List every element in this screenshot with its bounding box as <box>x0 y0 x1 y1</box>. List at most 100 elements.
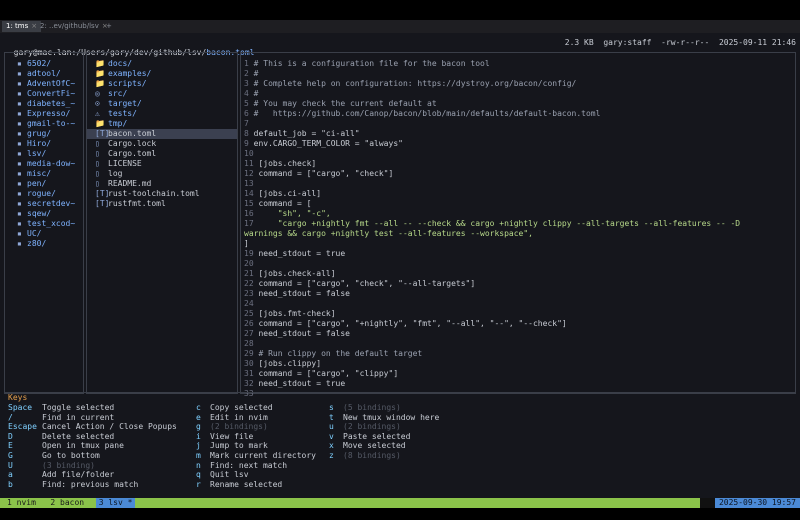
key-label: t <box>329 412 334 422</box>
list-item-label: bacon.toml <box>108 129 157 138</box>
list-item[interactable]: ▪ z80/ <box>5 239 83 249</box>
code-line: 9 env.CARGO_TERM_COLOR = "always" <box>241 139 795 149</box>
key-description: Copy selected <box>210 403 273 412</box>
folder-icon: ▪ <box>17 129 22 138</box>
tmux-window-1[interactable]: 1 nvim <box>4 498 39 508</box>
list-item[interactable]: ⚠ tests/ <box>87 109 237 119</box>
list-item[interactable]: 📁 docs/ <box>87 59 237 69</box>
keybinding: g (2 bindings) <box>196 422 316 432</box>
code-text: [jobs.clippy] <box>258 359 322 368</box>
list-item[interactable]: ▪ Hiro/ <box>5 139 83 149</box>
key-label: Escape <box>8 422 37 432</box>
tmux-window-3[interactable]: 3 lsv * <box>95 498 136 508</box>
line-number: 14 <box>244 189 259 198</box>
code-line: 14 [jobs.ci-all] <box>241 189 795 199</box>
tmux-window-2[interactable]: 2 bacon <box>47 498 87 508</box>
keybinding: q Quit lsv <box>196 470 316 480</box>
list-item[interactable]: 📁 scripts/ <box>87 79 237 89</box>
list-item[interactable]: ▯ README.md <box>87 179 237 189</box>
current-directory-pane[interactable]: 📁 docs/📁 examples/📁 scripts/◎ src/⊙ target/⚠ t… <box>86 52 238 394</box>
folder-icon: 📁 <box>95 119 105 128</box>
list-item[interactable]: ▪ sqew/ <box>5 209 83 219</box>
code-line: 29 # Run clippy on the default target <box>241 349 795 359</box>
folder-icon: ▪ <box>17 69 22 78</box>
line-number: 8 <box>244 129 254 138</box>
list-item[interactable]: ▪ diabetes_~ <box>5 99 83 109</box>
list-item[interactable]: ▯ Cargo.lock <box>87 139 237 149</box>
folder-icon: ▪ <box>17 239 22 248</box>
code-text: "sh", "-c", <box>258 209 331 218</box>
list-item[interactable]: [T]rust-toolchain.toml <box>87 189 237 199</box>
list-item[interactable]: ▪ pen/ <box>5 179 83 189</box>
key-description: Open in tmux pane <box>42 441 124 451</box>
list-item[interactable]: ▪ media-dow~ <box>5 159 83 169</box>
key-label: x <box>329 441 334 451</box>
keybinding: E Open in tmux pane <box>8 441 177 451</box>
key-description: Delete selected <box>42 431 115 441</box>
line-number: 24 <box>244 299 259 308</box>
parent-directory-pane[interactable]: ▪ 6502/ ▪ adtool/ ▪ AdventOfC~ ▪ ConvertFi~ ▪ dia… <box>4 52 84 394</box>
list-item[interactable]: ▪ lsv/ <box>5 149 83 159</box>
list-item[interactable]: ▪ UC/ <box>5 229 83 239</box>
list-item-label: tmp/ <box>108 119 128 128</box>
file-perms: -rw-r--r-- <box>661 38 710 47</box>
list-item[interactable]: ▯ Cargo.toml <box>87 149 237 159</box>
list-item[interactable]: 📁 examples/ <box>87 69 237 79</box>
key-label: m <box>196 450 201 460</box>
list-item[interactable]: ▪ gmail-to-~ <box>5 119 83 129</box>
list-item[interactable]: ◎ src/ <box>87 89 237 99</box>
list-item[interactable]: [T]rustfmt.toml <box>87 199 237 209</box>
file-icon: [T] <box>95 129 110 138</box>
list-item[interactable]: ▪ AdventOfC~ <box>5 79 83 89</box>
list-item[interactable]: ▪ Expresso/ <box>5 109 83 119</box>
key-description: Go to bottom <box>42 450 100 460</box>
keybinding: G Go to bottom <box>8 451 177 461</box>
list-item[interactable]: ▪ rogue/ <box>5 189 83 199</box>
list-item[interactable]: ▪ ConvertFi~ <box>5 89 83 99</box>
keybinding: e Edit in nvim <box>196 413 316 423</box>
tab-lsv[interactable]: 2: ..ev/github/lsv × <box>36 21 112 32</box>
line-number: 15 <box>244 199 259 208</box>
key-description: Mark current directory <box>210 450 316 460</box>
list-item-label: grug/ <box>27 129 52 138</box>
folder-icon: ⊙ <box>95 99 100 108</box>
file-icon: [T] <box>95 199 110 208</box>
list-item[interactable]: ▪ 6502/ <box>5 59 83 69</box>
list-item[interactable]: ▯ log <box>87 169 237 179</box>
keybinding: a Add file/folder <box>8 470 177 480</box>
folder-icon: ▪ <box>17 89 22 98</box>
list-item-label: rustfmt.toml <box>108 199 166 208</box>
line-number: 22 <box>244 279 259 288</box>
list-item[interactable]: [T]bacon.toml <box>87 129 237 139</box>
keybinding: b Find: previous match <box>8 480 177 490</box>
list-item[interactable]: ▯ LICENSE <box>87 159 237 169</box>
list-item[interactable]: ⊙ target/ <box>87 99 237 109</box>
key-label: s <box>329 403 334 412</box>
folder-icon: ▪ <box>17 99 22 108</box>
line-number: 11 <box>244 159 259 168</box>
folder-icon: 📁 <box>95 69 105 78</box>
keybinding: x Move selected <box>329 441 439 451</box>
list-item-label: Hiro/ <box>27 139 52 148</box>
list-item-label: Cargo.toml <box>108 149 157 158</box>
new-tab-button[interactable]: + <box>102 21 116 32</box>
key-label: b <box>8 479 13 489</box>
list-item[interactable]: 📁 tmp/ <box>87 119 237 129</box>
key-label: v <box>329 431 334 441</box>
code-text: need_stdout = false <box>258 289 350 298</box>
list-item-label: pen/ <box>27 179 47 188</box>
key-label: z <box>329 450 334 460</box>
code-text: need_stdout = false <box>258 329 350 338</box>
code-line: 17 "cargo +nightly fmt --all -- --check … <box>241 219 795 229</box>
list-item[interactable]: ▪ misc/ <box>5 169 83 179</box>
list-item[interactable]: ▪ grug/ <box>5 129 83 139</box>
code-text: command = ["cargo", "check", "--all-targ… <box>258 279 476 288</box>
list-item[interactable]: ▪ secretdev~ <box>5 199 83 209</box>
list-item[interactable]: ▪ test_xcod~ <box>5 219 83 229</box>
keybinding: m Mark current directory <box>196 451 316 461</box>
list-item[interactable]: ▪ adtool/ <box>5 69 83 79</box>
preview-pane[interactable]: 1 # This is a configuration file for the… <box>240 52 796 398</box>
code-line: 5 # You may check the current default at <box>241 99 795 109</box>
list-item-label: ConvertFi~ <box>27 89 76 98</box>
file-icon: ▯ <box>95 179 100 188</box>
